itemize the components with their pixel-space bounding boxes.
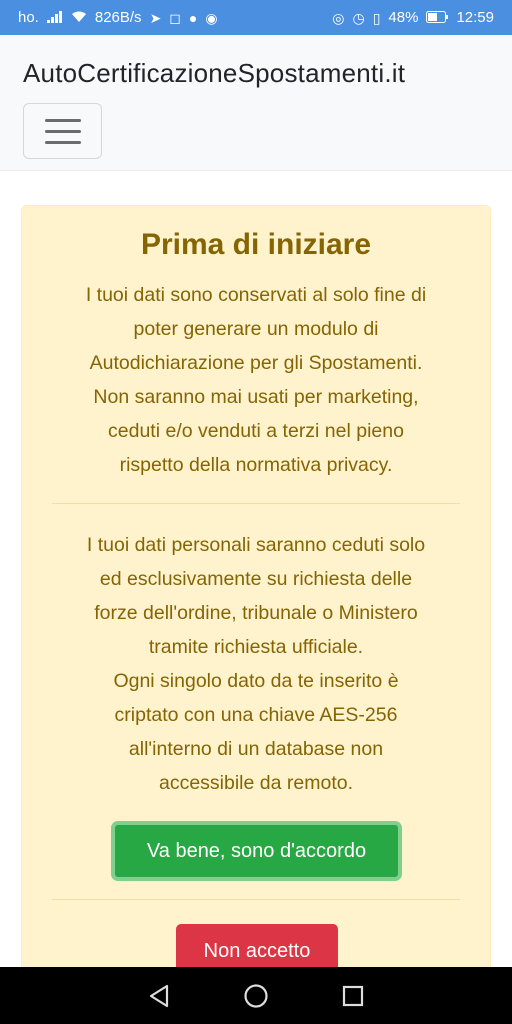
notice-line: forze dell'ordine, tribunale o Ministero (94, 602, 418, 624)
eye-icon: ◎ (332, 9, 345, 26)
notice-title: Prima di iniziare (140, 228, 372, 261)
notice-line: Non saranno mai usati per marketing, (93, 386, 419, 408)
notice-line: rispetto della normativa privacy. (119, 454, 393, 476)
notice-line: Autodichiarazione per gli Spostamenti. (89, 352, 423, 374)
system-navigation-bar (0, 967, 512, 1024)
location-icon: ● (188, 9, 198, 26)
recents-icon[interactable] (338, 981, 368, 1011)
alarm-icon: ◷ (352, 9, 365, 26)
divider (52, 503, 460, 504)
hamburger-icon (44, 140, 81, 144)
hamburger-icon (44, 129, 81, 133)
notice-line: Ogni singolo dato da te inserito è (113, 670, 399, 692)
notice-line: all'interno di un database non (128, 738, 384, 760)
notice-paragraph-1: I tuoi dati sono conservati al solo fine… (42, 278, 470, 482)
accept-button[interactable]: Va bene, sono d'accordo (111, 821, 402, 881)
status-bar: ho. 826B/s ➤ ◻ ● ◉ ◎ ◷ ▯ 48% 12:59 (0, 0, 512, 35)
notice-line: I tuoi dati sono conservati al solo fine… (85, 284, 427, 306)
site-brand[interactable]: AutoCertificazioneSpostamenti.it (23, 58, 405, 89)
notice-line: accessibile da remoto. (158, 772, 353, 794)
notice-paragraph-2: I tuoi dati personali saranno ceduti sol… (42, 528, 470, 800)
notice-line: criptato con una chiave AES-256 (114, 704, 398, 726)
notice-line: I tuoi dati personali saranno ceduti sol… (86, 534, 426, 556)
status-left: ho. 826B/s ➤ ◻ ● ◉ (18, 9, 218, 26)
messenger-icon: ◉ (205, 9, 218, 26)
vibrate-icon: ▯ (372, 9, 381, 26)
menu-toggle-button[interactable] (23, 103, 102, 159)
navbar: AutoCertificazioneSpostamenti.it (0, 35, 512, 171)
network-speed: 826B/s (94, 9, 142, 26)
telegram-icon: ➤ (149, 9, 162, 26)
battery-icon (426, 10, 449, 25)
privacy-notice: Prima di iniziare I tuoi dati sono conse… (21, 205, 491, 985)
status-right: ◎ ◷ ▯ 48% 12:59 (332, 9, 494, 26)
notice-line: ed esclusivamente su richiesta delle (99, 568, 413, 590)
divider (52, 899, 460, 900)
hamburger-icon (44, 118, 81, 122)
carrier-label: ho. (18, 9, 39, 26)
back-icon[interactable] (144, 981, 174, 1011)
notice-line: ceduti e/o venduti a terzi nel pieno (108, 420, 404, 442)
notice-line: poter generare un modulo di (133, 318, 379, 340)
clock: 12:59 (456, 9, 494, 26)
wifi-icon (71, 11, 87, 25)
home-icon[interactable] (241, 981, 271, 1011)
signal-icon (46, 10, 63, 25)
battery-percent: 48% (388, 9, 419, 26)
instagram-icon: ◻ (169, 9, 181, 26)
notice-line: tramite richiesta ufficiale. (148, 636, 364, 658)
